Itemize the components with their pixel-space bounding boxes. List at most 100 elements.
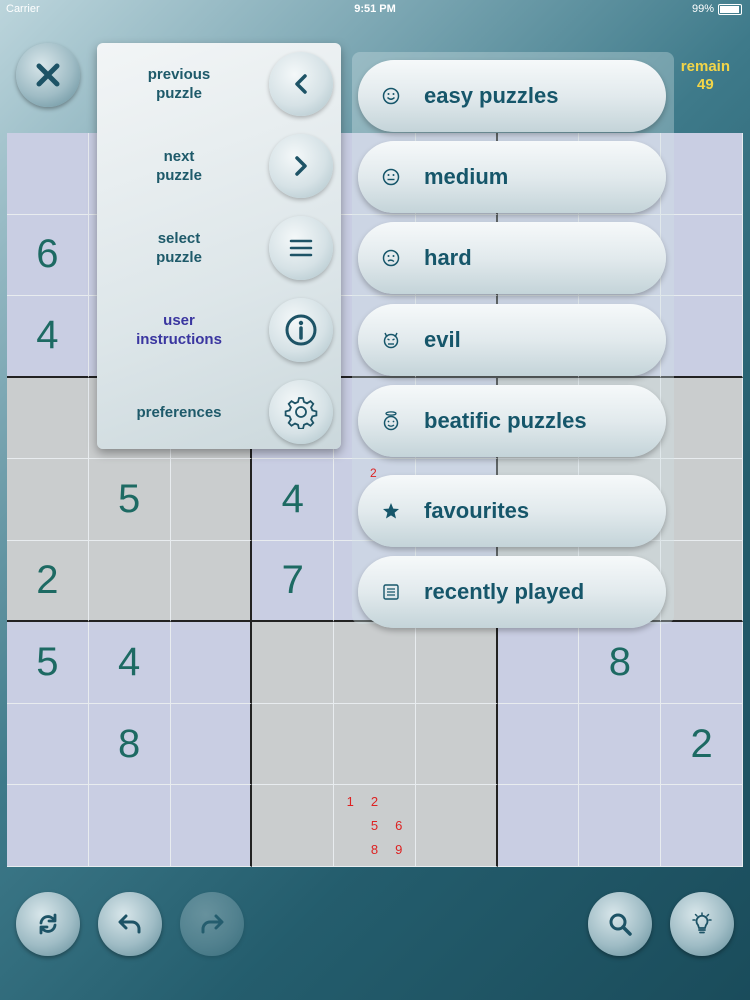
- grid-cell-r9c1[interactable]: [7, 785, 89, 867]
- grid-cell-r8c1[interactable]: [7, 703, 89, 786]
- pill-label: beatific puzzles: [424, 408, 587, 433]
- menu-item-next-puzzle[interactable]: next puzzle: [97, 125, 341, 207]
- grid-cell-r9c5[interactable]: 12 5689: [334, 785, 416, 867]
- grid-cell-r2c1[interactable]: 6: [7, 214, 89, 297]
- grid-cell-r6c1[interactable]: 2: [7, 540, 89, 623]
- close-icon: [36, 63, 60, 87]
- evil-button[interactable]: evil: [358, 304, 666, 376]
- menu-item-preferences[interactable]: preferences: [97, 371, 341, 453]
- redo-button[interactable]: [180, 892, 244, 956]
- grid-cell-r9c8[interactable]: [579, 785, 662, 867]
- remain-label: remain: [680, 58, 730, 75]
- grid-cell-r8c7[interactable]: [497, 703, 580, 786]
- grid-cell-r7c1[interactable]: 5: [7, 622, 89, 704]
- select-puzzle-button[interactable]: [269, 216, 333, 280]
- cell-digit: 8: [608, 640, 631, 685]
- grid-cell-r7c6[interactable]: [415, 622, 498, 704]
- grid-cell-r9c7[interactable]: [497, 785, 580, 867]
- hint-button[interactable]: [670, 892, 734, 956]
- grid-cell-r7c4[interactable]: [252, 622, 335, 704]
- user-instructions-button[interactable]: [269, 298, 333, 362]
- grid-cell-r9c2[interactable]: [88, 785, 171, 867]
- pencil-note: 1: [346, 794, 354, 810]
- grid-cell-r9c6[interactable]: [415, 785, 498, 867]
- grid-cell-r6c4[interactable]: 7: [252, 540, 335, 623]
- list-icon: [289, 239, 313, 257]
- beatific-puzzles-button[interactable]: beatific puzzles: [358, 385, 666, 457]
- menu-item-label: preferences: [136, 403, 222, 421]
- pencil-note: 8: [370, 842, 379, 858]
- cell-digit: 5: [36, 640, 59, 685]
- grid-cell-r9c3[interactable]: [170, 785, 253, 867]
- remain-count: 49: [697, 76, 714, 93]
- grid-cell-r4c1[interactable]: [7, 377, 89, 460]
- restart-button[interactable]: [16, 892, 80, 956]
- previous-puzzle-button[interactable]: [269, 52, 333, 116]
- grid-cell-r6c3[interactable]: [170, 540, 253, 623]
- grid-cell-r6c2[interactable]: [88, 540, 171, 623]
- pencil-note: 5: [370, 818, 379, 834]
- grid-cell-r8c6[interactable]: [415, 703, 498, 786]
- grid-cell-r9c9[interactable]: [661, 785, 743, 867]
- chevron-left-icon: [295, 74, 307, 94]
- close-button[interactable]: [16, 43, 80, 107]
- pencil-notes: 12 5689: [338, 789, 411, 862]
- cell-digit: 5: [118, 476, 141, 521]
- search-icon: [609, 913, 632, 936]
- preferences-button[interactable]: [269, 380, 333, 444]
- undo-icon: [118, 914, 141, 934]
- hard-button[interactable]: hard: [358, 222, 666, 294]
- cell-digit: 4: [118, 640, 141, 685]
- grid-cell-r1c1[interactable]: [7, 133, 89, 215]
- grid-cell-r8c5[interactable]: [334, 703, 416, 786]
- clock: 9:51 PM: [354, 3, 396, 15]
- easy-puzzles-button[interactable]: easy puzzles: [358, 60, 666, 132]
- gear-icon: [284, 397, 318, 429]
- pencil-note: 9: [395, 842, 403, 858]
- cell-digit: 4: [36, 313, 59, 358]
- grid-cell-r3c1[interactable]: 4: [7, 296, 89, 378]
- favourites-button[interactable]: favourites: [358, 475, 666, 547]
- smile-face-icon: [378, 87, 404, 105]
- grid-cell-r7c7[interactable]: [497, 622, 580, 704]
- pencil-note: 2: [370, 794, 379, 810]
- menu-item-label: previous puzzle: [147, 66, 211, 102]
- grid-cell-r5c4[interactable]: 4: [252, 459, 335, 541]
- grid-cell-r7c2[interactable]: 4: [88, 622, 171, 704]
- search-button[interactable]: [588, 892, 652, 956]
- grid-cell-r8c8[interactable]: [579, 703, 662, 786]
- grid-cell-r7c9[interactable]: [661, 622, 743, 704]
- grid-cell-r8c2[interactable]: 8: [88, 703, 171, 786]
- menu-item-label: select puzzle: [156, 230, 202, 266]
- grid-cell-r5c1[interactable]: [7, 459, 89, 541]
- grid-cell-r8c4[interactable]: [252, 703, 335, 786]
- pill-label: recently played: [424, 579, 585, 604]
- info-icon: [285, 314, 317, 346]
- recently-played-button[interactable]: recently played: [358, 556, 666, 628]
- grid-cell-r5c3[interactable]: [170, 459, 253, 541]
- next-puzzle-button[interactable]: [269, 134, 333, 198]
- medium-button[interactable]: medium: [358, 141, 666, 213]
- cell-digit: 2: [36, 558, 59, 603]
- cell-digit: 8: [118, 721, 141, 766]
- grid-cell-r7c8[interactable]: 8: [579, 622, 662, 704]
- redo-icon: [201, 914, 224, 934]
- grid-cell-r7c5[interactable]: [334, 622, 416, 704]
- menu-item-user-instructions[interactable]: user instructions: [97, 289, 341, 371]
- grid-cell-r8c3[interactable]: [170, 703, 253, 786]
- menu-item-label: next puzzle: [156, 148, 202, 184]
- restart-icon: [39, 913, 57, 935]
- angel-face-icon: [378, 411, 404, 431]
- grid-cell-r8c9[interactable]: 2: [661, 703, 743, 786]
- cell-digit: 4: [281, 476, 304, 521]
- battery-percent: 99%: [691, 3, 714, 15]
- grid-cell-r7c3[interactable]: [170, 622, 253, 704]
- pencil-note: 2: [370, 466, 377, 480]
- menu-item-previous-puzzle[interactable]: previous puzzle: [97, 43, 341, 125]
- undo-button[interactable]: [98, 892, 162, 956]
- menu-item-select-puzzle[interactable]: select puzzle: [97, 207, 341, 289]
- grid-cell-r5c2[interactable]: 5: [88, 459, 171, 541]
- status-bar: Carrier 9:51 PM 99%: [0, 0, 750, 18]
- grid-cell-r9c4[interactable]: [252, 785, 335, 867]
- star-icon: [378, 502, 404, 520]
